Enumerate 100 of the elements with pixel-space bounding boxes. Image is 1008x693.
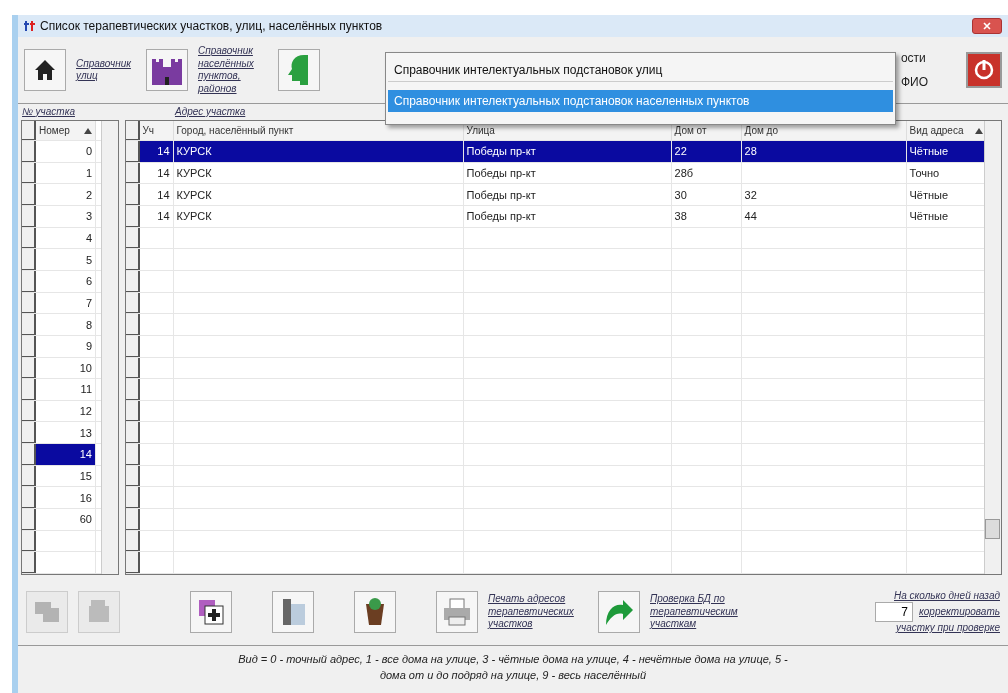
print-link[interactable]: Печать адресов терапевтических участков bbox=[488, 593, 588, 631]
table-cell[interactable]: 5 bbox=[36, 249, 96, 270]
row-selector[interactable] bbox=[125, 314, 140, 335]
table-cell[interactable]: 4 bbox=[36, 227, 96, 249]
toolbar-button[interactable] bbox=[146, 49, 188, 91]
row-selector[interactable] bbox=[22, 292, 36, 314]
curved-arrow-icon bbox=[603, 597, 635, 627]
row-selector[interactable] bbox=[22, 552, 36, 573]
row-selector[interactable] bbox=[125, 249, 140, 270]
close-button[interactable] bbox=[972, 18, 1002, 34]
section-link[interactable]: № участка bbox=[22, 105, 75, 119]
row-selector[interactable] bbox=[125, 227, 140, 249]
table-cell[interactable]: 1 bbox=[36, 162, 96, 184]
days-caption-link[interactable]: На сколько дней назад bbox=[875, 589, 1000, 602]
row-selector[interactable] bbox=[22, 379, 36, 400]
table-cell[interactable]: 10 bbox=[36, 357, 96, 379]
table-cell[interactable]: 9 bbox=[36, 335, 96, 357]
table-cell: Победы пр-кт bbox=[463, 162, 672, 184]
row-selector[interactable] bbox=[22, 249, 36, 270]
row-selector[interactable] bbox=[22, 162, 36, 184]
table-cell: КУРСК bbox=[173, 141, 464, 162]
row-selector[interactable] bbox=[125, 206, 140, 227]
table-cell: КУРСК bbox=[173, 162, 464, 184]
row-selector[interactable] bbox=[125, 422, 140, 444]
row-selector[interactable] bbox=[22, 357, 36, 379]
check-link[interactable]: Проверка БД по терапевтическим участкам bbox=[650, 593, 760, 631]
toolbar-link[interactable]: Справочник улиц bbox=[76, 57, 136, 83]
row-selector[interactable] bbox=[125, 357, 140, 379]
row-selector[interactable] bbox=[125, 552, 140, 573]
row-selector[interactable] bbox=[125, 162, 140, 184]
table-cell[interactable]: 12 bbox=[36, 400, 96, 422]
row-selector[interactable] bbox=[125, 184, 140, 206]
sort-arrow-icon[interactable] bbox=[974, 127, 983, 134]
table-cell: Чётные bbox=[906, 141, 987, 162]
row-selector[interactable] bbox=[125, 270, 140, 292]
toolbar-button[interactable] bbox=[190, 591, 232, 633]
row-selector[interactable] bbox=[22, 227, 36, 249]
days-label-link[interactable]: корректировать bbox=[919, 605, 1000, 619]
column-header[interactable]: Вид адреса bbox=[906, 121, 987, 141]
row-selector[interactable] bbox=[125, 530, 140, 552]
table-cell: 44 bbox=[741, 206, 907, 227]
row-selector[interactable] bbox=[125, 509, 140, 530]
exit-button[interactable] bbox=[966, 52, 1002, 88]
table-cell[interactable]: 15 bbox=[36, 465, 96, 487]
row-selector[interactable] bbox=[22, 530, 36, 552]
table-cell[interactable]: 3 bbox=[36, 206, 96, 227]
legend-text: Вид = 0 - точный адрес, 1 - все дома на улице, 3 - чётные дома на улице, 4 - нечётные дома на улице, 5 - дома от и до подряд на улице, 9 - весь населённый bbox=[237, 652, 789, 683]
row-selector[interactable] bbox=[22, 335, 36, 357]
row-selector[interactable] bbox=[22, 509, 36, 530]
printer-icon bbox=[441, 597, 473, 627]
scroll-thumb[interactable] bbox=[985, 519, 1000, 539]
table-cell: Победы пр-кт bbox=[463, 141, 672, 162]
row-selector[interactable] bbox=[125, 121, 140, 141]
row-selector[interactable] bbox=[125, 487, 140, 508]
row-selector[interactable] bbox=[125, 379, 140, 400]
days-input[interactable]: 7 bbox=[875, 602, 914, 622]
table-cell[interactable]: 60 bbox=[36, 509, 96, 530]
column-header[interactable]: Номер bbox=[36, 121, 96, 141]
row-selector[interactable] bbox=[22, 487, 36, 508]
table-cell[interactable]: 13 bbox=[36, 422, 96, 444]
power-icon bbox=[973, 59, 995, 81]
sort-arrow-icon[interactable] bbox=[84, 127, 92, 134]
days-note-link[interactable]: участку при проверке bbox=[875, 622, 1000, 635]
row-selector[interactable] bbox=[125, 141, 140, 162]
table-cell: КУРСК bbox=[173, 206, 464, 227]
toolbar-button[interactable] bbox=[354, 591, 396, 633]
table-cell[interactable]: 6 bbox=[36, 270, 96, 292]
column-header[interactable]: Город, населённый пункт bbox=[173, 121, 464, 141]
row-selector[interactable] bbox=[125, 335, 140, 357]
table-cell[interactable]: 0 bbox=[36, 141, 96, 162]
row-selector[interactable] bbox=[125, 292, 140, 314]
row-selector[interactable] bbox=[22, 444, 36, 465]
row-selector[interactable] bbox=[22, 314, 36, 335]
row-selector[interactable] bbox=[22, 400, 36, 422]
section-link[interactable]: Адрес участка bbox=[174, 105, 246, 119]
table-cell[interactable]: 11 bbox=[36, 379, 96, 400]
column-header[interactable]: Уч bbox=[139, 121, 174, 141]
row-selector[interactable] bbox=[125, 400, 140, 422]
row-selector[interactable] bbox=[22, 270, 36, 292]
table-cell[interactable]: 8 bbox=[36, 314, 96, 335]
menu-item[interactable]: Справочник интелектуальных подстановок улиц bbox=[388, 59, 893, 82]
check-button[interactable] bbox=[598, 591, 640, 633]
table-cell: Победы пр-кт bbox=[463, 184, 672, 206]
table-cell[interactable]: 14 bbox=[36, 444, 96, 465]
toolbar-link[interactable]: Справочник населённых пунктов, районов bbox=[198, 45, 268, 95]
row-selector[interactable] bbox=[125, 465, 140, 487]
row-selector[interactable] bbox=[22, 141, 36, 162]
row-selector[interactable] bbox=[22, 121, 36, 141]
scrollbar[interactable] bbox=[984, 121, 1001, 574]
row-selector[interactable] bbox=[22, 465, 36, 487]
toolbar-button[interactable] bbox=[24, 49, 66, 91]
row-selector[interactable] bbox=[125, 444, 140, 465]
table-cell[interactable]: 16 bbox=[36, 487, 96, 508]
table-cell: 38 bbox=[671, 206, 742, 227]
table-cell[interactable]: 7 bbox=[36, 292, 96, 314]
row-selector[interactable] bbox=[22, 206, 36, 227]
scrollbar[interactable] bbox=[100, 121, 118, 574]
table-cell[interactable]: 2 bbox=[36, 184, 96, 206]
row-selector[interactable] bbox=[22, 184, 36, 206]
row-selector[interactable] bbox=[22, 422, 36, 444]
